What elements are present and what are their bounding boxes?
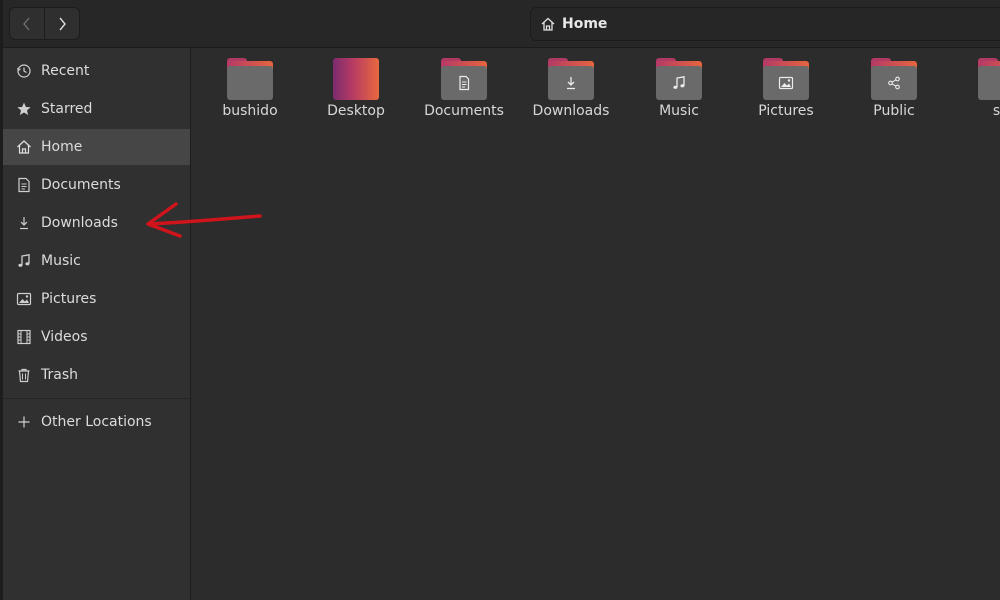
chevron-right-icon <box>59 17 66 30</box>
public-folder-icon <box>871 58 917 100</box>
chevron-left-icon <box>23 17 30 30</box>
sidebar-item-home[interactable]: Home <box>3 129 190 165</box>
path-item-label: Home <box>562 16 608 32</box>
sidebar-item-downloads[interactable]: Downloads <box>3 205 190 241</box>
sidebar-item-music[interactable]: Music <box>3 243 190 279</box>
sidebar-item-starred[interactable]: Starred <box>3 91 190 127</box>
file-item-bushido[interactable]: bushido <box>200 58 300 128</box>
file-item-downloads[interactable]: Downloads <box>521 58 621 128</box>
file-label: sn <box>992 103 1000 119</box>
file-item-music[interactable]: Music <box>629 58 729 128</box>
file-manager-window: Home Recent Starred Home Documents Downl… <box>3 0 1000 600</box>
path-bar: Home <box>530 7 1000 41</box>
plus-icon <box>16 414 32 430</box>
clock-icon <box>16 63 32 79</box>
document-icon <box>16 177 32 193</box>
sidebar-item-other-locations[interactable]: Other Locations <box>3 404 190 440</box>
back-button[interactable] <box>10 8 44 39</box>
star-icon <box>16 101 32 117</box>
downloads-folder-icon <box>548 58 594 100</box>
sidebar-item-label: Pictures <box>41 291 97 307</box>
sidebar-item-recent[interactable]: Recent <box>3 53 190 89</box>
folder-icon <box>227 58 273 100</box>
sidebar-item-label: Home <box>41 139 83 155</box>
pictures-folder-icon <box>763 58 809 100</box>
sidebar-item-label: Documents <box>41 177 121 193</box>
file-item-public[interactable]: Public <box>844 58 944 128</box>
sidebar-item-videos[interactable]: Videos <box>3 319 190 355</box>
file-label: Documents <box>424 103 504 119</box>
home-icon <box>16 139 32 155</box>
sidebar-item-documents[interactable]: Documents <box>3 167 190 203</box>
music-note-icon <box>16 253 32 269</box>
file-label: Music <box>659 103 699 119</box>
file-grid: bushido Desktop Documents Downloads Musi… <box>191 48 1000 600</box>
trash-icon <box>16 367 32 383</box>
file-label: bushido <box>222 103 278 119</box>
file-label: Pictures <box>758 103 814 119</box>
picture-icon <box>16 291 32 307</box>
file-label: Desktop <box>327 103 385 119</box>
film-icon <box>16 329 32 345</box>
file-item-partial[interactable]: sn <box>951 58 1000 128</box>
home-icon <box>541 17 555 31</box>
header-bar: Home <box>3 0 1000 48</box>
documents-folder-icon <box>441 58 487 100</box>
music-folder-icon <box>656 58 702 100</box>
path-item-home[interactable]: Home <box>540 8 607 40</box>
file-label: Public <box>873 103 915 119</box>
sidebar-item-pictures[interactable]: Pictures <box>3 281 190 317</box>
sidebar-item-label: Trash <box>41 367 78 383</box>
file-item-desktop[interactable]: Desktop <box>306 58 406 128</box>
file-item-documents[interactable]: Documents <box>414 58 514 128</box>
sidebar-divider <box>3 398 190 399</box>
file-label: Downloads <box>532 103 610 119</box>
sidebar-item-label: Other Locations <box>41 414 152 430</box>
desktop-folder-icon <box>333 58 379 100</box>
sidebar-item-label: Recent <box>41 63 90 79</box>
navigation-buttons <box>9 7 80 40</box>
sidebar-item-trash[interactable]: Trash <box>3 357 190 393</box>
file-item-pictures[interactable]: Pictures <box>736 58 836 128</box>
sidebar-item-label: Videos <box>41 329 88 345</box>
sidebar-item-label: Downloads <box>41 215 118 231</box>
folder-icon <box>978 58 1000 100</box>
forward-button[interactable] <box>44 8 79 39</box>
sidebar-item-label: Music <box>41 253 81 269</box>
download-icon <box>16 215 32 231</box>
sidebar: Recent Starred Home Documents Downloads <box>3 48 191 600</box>
sidebar-item-label: Starred <box>41 101 93 117</box>
